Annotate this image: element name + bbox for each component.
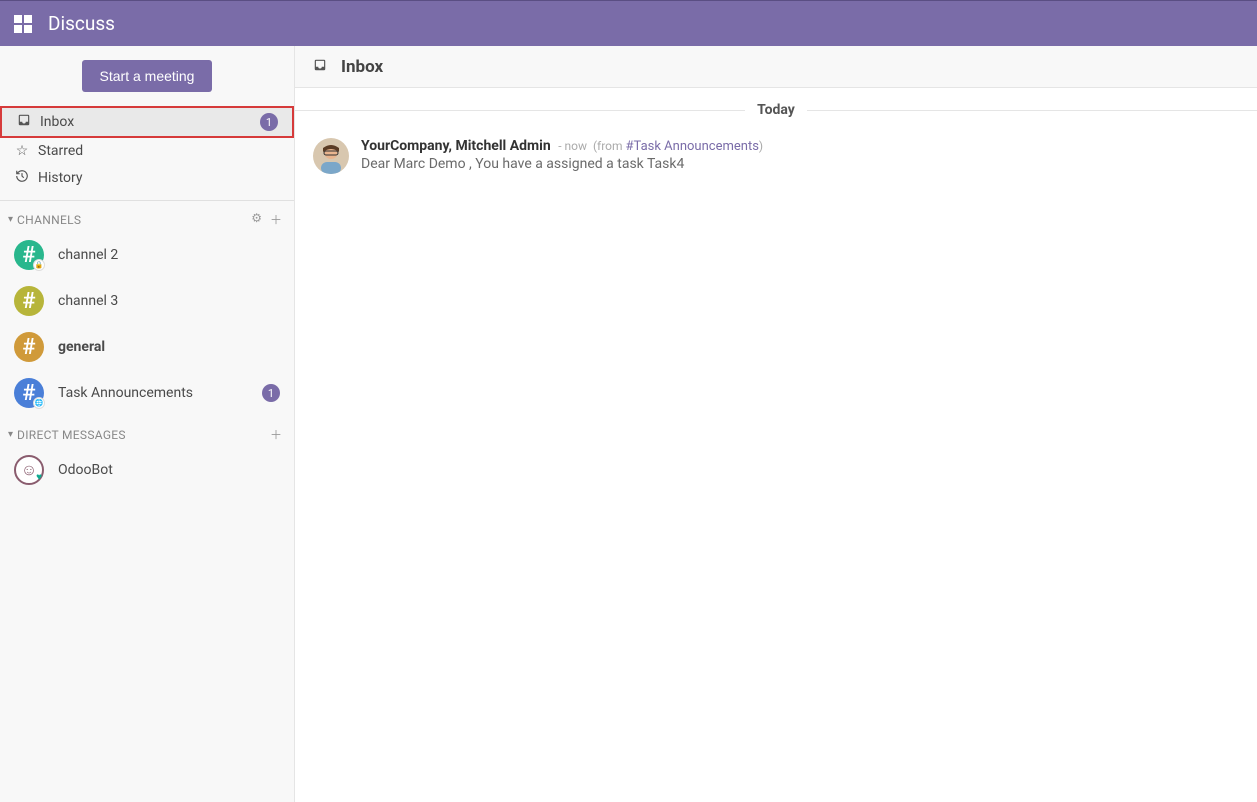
dm-item[interactable]: ☺♥ OdooBot — [0, 447, 294, 493]
inbox-badge: 1 — [260, 113, 278, 131]
mailbox-starred[interactable]: ☆ Starred — [0, 138, 294, 164]
dm-header[interactable]: ▾ DIRECT MESSAGES ＋ — [0, 416, 294, 447]
hash-icon: #🔒 — [14, 240, 44, 270]
thread-title: Inbox — [341, 57, 383, 77]
date-separator: Today — [295, 102, 1257, 118]
channels-header[interactable]: ▾ CHANNELS ⚙ ＋ — [0, 201, 294, 232]
plus-icon[interactable]: ＋ — [270, 211, 282, 228]
top-bar: Discuss — [0, 0, 1257, 46]
channel-badge: 1 — [262, 384, 280, 402]
channel-label: channel 2 — [58, 247, 280, 263]
start-meeting-button[interactable]: Start a meeting — [82, 60, 213, 92]
plus-icon[interactable]: ＋ — [270, 426, 282, 443]
mailbox-label: Starred — [38, 143, 280, 159]
dm-label: OdooBot — [58, 462, 113, 478]
inbox-icon — [313, 58, 327, 76]
message-author: YourCompany, Mitchell Admin — [361, 138, 551, 154]
app-title: Discuss — [48, 12, 115, 35]
hash-icon: #🌐 — [14, 378, 44, 408]
mailbox-history[interactable]: History — [0, 164, 294, 192]
thread-header: Inbox — [295, 46, 1257, 88]
channel-label: Task Announcements — [58, 385, 262, 401]
sidebar: Start a meeting Inbox 1 ☆ Starred Histor… — [0, 46, 295, 802]
message-time: now — [565, 139, 588, 153]
channel-item[interactable]: # channel 3 — [0, 278, 294, 324]
inbox-icon — [16, 113, 32, 131]
channel-label: general — [58, 339, 280, 355]
caret-down-icon: ▾ — [8, 429, 13, 440]
channel-item[interactable]: #🔒 channel 2 — [0, 232, 294, 278]
avatar — [313, 138, 349, 174]
globe-icon: 🌐 — [33, 397, 45, 409]
gear-icon[interactable]: ⚙ — [251, 211, 262, 228]
mailbox-label: History — [38, 170, 280, 186]
star-icon: ☆ — [14, 143, 30, 159]
channel-item[interactable]: # general — [0, 324, 294, 370]
bot-avatar-icon: ☺♥ — [14, 455, 44, 485]
message-source-channel[interactable]: #Task Announcements — [626, 139, 759, 154]
main-pane: Inbox Today YourCompany, Mitchell Admin … — [295, 46, 1257, 802]
channel-label: channel 3 — [58, 293, 280, 309]
lock-icon: 🔒 — [33, 259, 45, 271]
message: YourCompany, Mitchell Admin - now (from … — [295, 128, 1257, 184]
message-body: Dear Marc Demo , You have a assigned a t… — [361, 156, 1239, 172]
hash-icon: # — [14, 332, 44, 362]
apps-icon[interactable] — [14, 15, 32, 33]
mailbox-inbox[interactable]: Inbox 1 — [0, 106, 294, 138]
history-icon — [14, 169, 30, 187]
hash-icon: # — [14, 286, 44, 316]
mailbox-label: Inbox — [40, 114, 260, 130]
caret-down-icon: ▾ — [8, 214, 13, 225]
channel-item[interactable]: #🌐 Task Announcements1 — [0, 370, 294, 416]
